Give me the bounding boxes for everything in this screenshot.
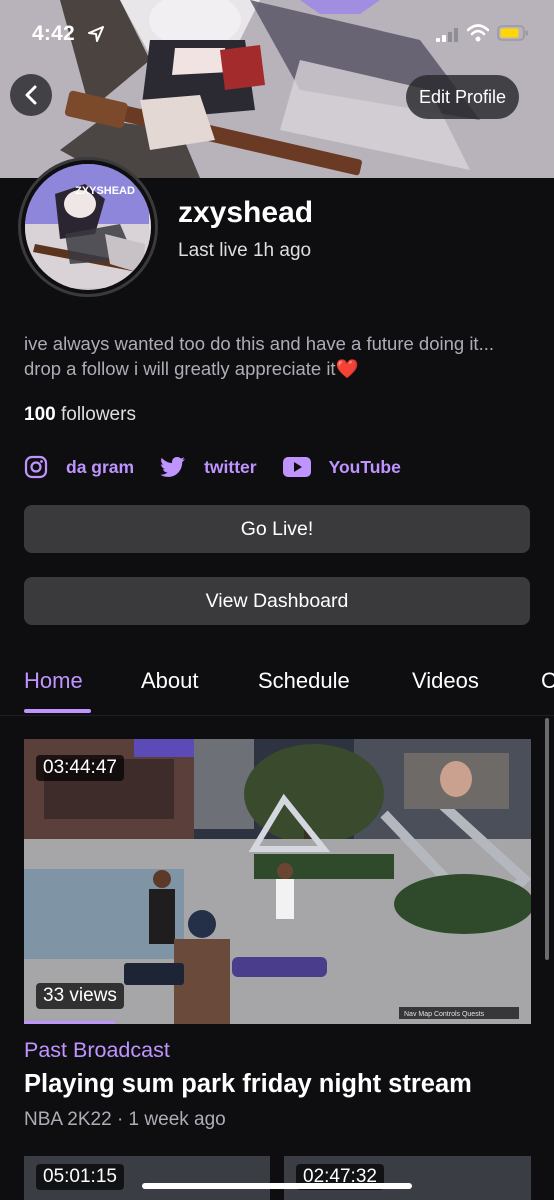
- video-views-badge: 33 views: [36, 983, 124, 1009]
- avatar-label: ZXYSHEAD: [75, 185, 135, 197]
- video-type: Past Broadcast: [24, 1038, 170, 1062]
- location-arrow-icon: [88, 26, 104, 42]
- avatar[interactable]: ZXYSHEAD: [18, 157, 158, 297]
- chevron-left-icon: [25, 85, 37, 105]
- edit-profile-button[interactable]: Edit Profile: [406, 75, 520, 119]
- cellular-signal-icon: [436, 28, 458, 42]
- video-thumbnail-3[interactable]: 02:47:32: [284, 1156, 531, 1200]
- social-link-twitter[interactable]: twitter: [160, 456, 257, 478]
- channel-tabs: Home About Schedule Videos C: [0, 660, 554, 716]
- instagram-icon: [24, 455, 48, 479]
- social-link-instagram[interactable]: da gram: [24, 455, 134, 479]
- back-button[interactable]: [10, 74, 52, 116]
- battery-icon: [497, 25, 528, 41]
- video-duration-badge: 03:44:47: [36, 755, 124, 781]
- video-meta[interactable]: NBA 2K22 · 1 week ago: [24, 1109, 226, 1131]
- tab-clips[interactable]: C: [541, 668, 554, 694]
- video-thumbnail[interactable]: Nav Map Controls Quests 03:44:47 33 view…: [24, 739, 531, 1024]
- social-links: da gram twitter YouTube: [24, 453, 427, 481]
- avatar-artwork: ZXYSHEAD: [25, 164, 149, 288]
- last-live-status: Last live 1h ago: [178, 240, 312, 261]
- video-title[interactable]: Playing sum park friday night stream: [24, 1070, 472, 1099]
- tabs-divider: [0, 715, 554, 716]
- thumbnail-artwork: Nav Map Controls Quests: [24, 739, 531, 1024]
- tab-videos[interactable]: Videos: [412, 668, 479, 694]
- avatar-image: ZXYSHEAD: [25, 164, 151, 290]
- social-label-twitter: twitter: [204, 456, 257, 477]
- go-live-button[interactable]: Go Live!: [24, 505, 530, 553]
- video-duration-badge-2: 05:01:15: [36, 1164, 124, 1190]
- active-tab-indicator: [24, 709, 91, 713]
- twitter-icon: [160, 457, 186, 477]
- tab-home[interactable]: Home: [24, 668, 83, 694]
- social-label-youtube: YouTube: [328, 456, 401, 477]
- video-thumbnail-2[interactable]: 05:01:15: [24, 1156, 270, 1200]
- bio-text: ive always wanted too do this and have a…: [24, 333, 494, 379]
- followers-label: followers: [60, 404, 136, 425]
- tab-schedule[interactable]: Schedule: [258, 668, 350, 694]
- heart-emoji: ❤️: [335, 358, 359, 379]
- channel-name: zxyshead: [178, 196, 314, 229]
- home-indicator[interactable]: [142, 1183, 412, 1189]
- scrollbar[interactable]: [545, 718, 549, 960]
- tab-about[interactable]: About: [141, 668, 199, 694]
- followers-number: 100: [24, 404, 56, 425]
- game-hud-text: Nav Map Controls Quests: [404, 1011, 485, 1018]
- youtube-icon: [282, 457, 311, 477]
- status-bar: 4:42: [0, 0, 554, 64]
- wifi-icon: [467, 24, 489, 42]
- social-label-instagram: da gram: [66, 456, 135, 477]
- social-link-youtube[interactable]: YouTube: [282, 456, 401, 478]
- followers-count: 100 followers: [24, 404, 136, 426]
- status-time: 4:42: [32, 22, 75, 45]
- view-dashboard-button[interactable]: View Dashboard: [24, 577, 530, 625]
- watch-progress-bar: [24, 1021, 115, 1024]
- channel-bio: ive always wanted too do this and have a…: [24, 331, 534, 381]
